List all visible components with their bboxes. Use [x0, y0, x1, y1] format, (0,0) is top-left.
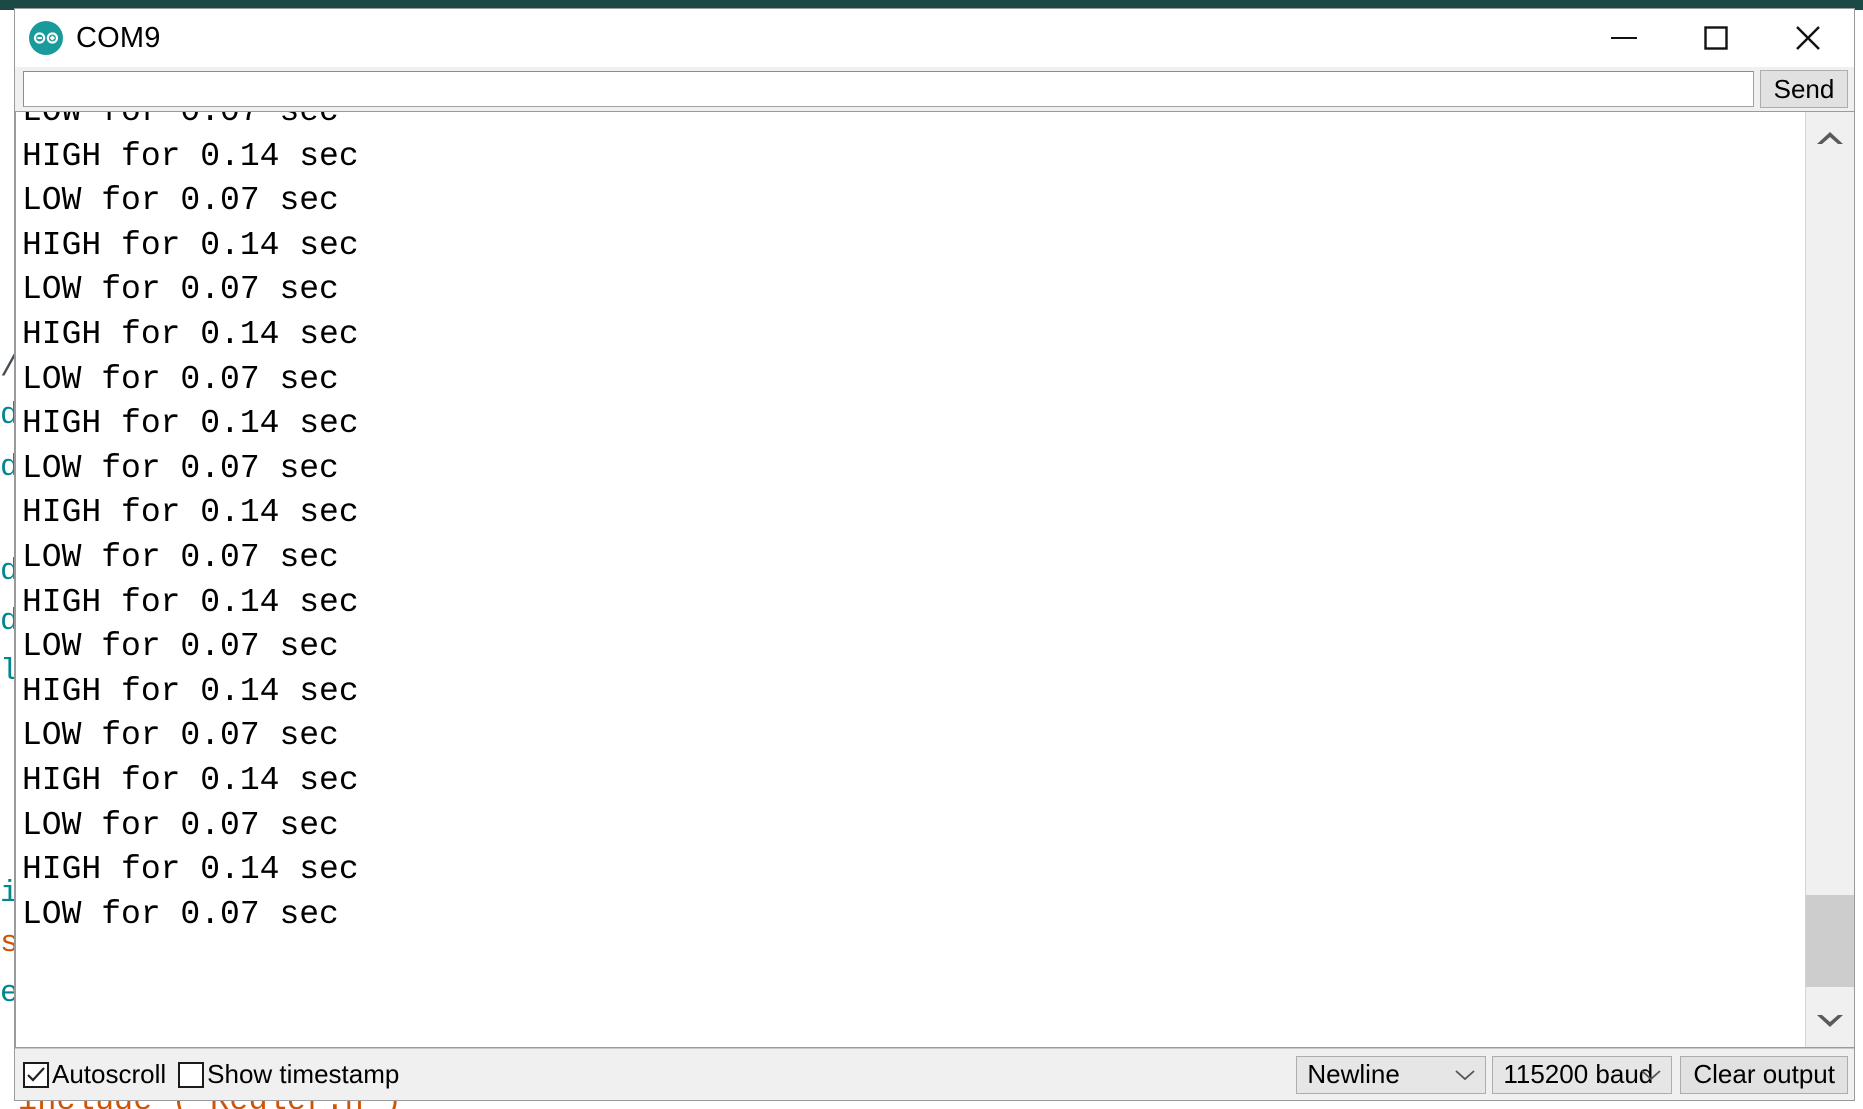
serial-output-line: LOW for 0.07 sec: [22, 538, 339, 576]
serial-output-line: LOW for 0.07 sec: [22, 895, 339, 933]
title-bar: COM9: [15, 9, 1854, 67]
serial-output-area[interactable]: LOW for 0.07 sec HIGH for 0.14 sec LOW for…: [15, 111, 1854, 1048]
baud-rate-select[interactable]: 115200 baud: [1492, 1055, 1673, 1094]
chevron-down-icon[interactable]: [1806, 995, 1854, 1047]
serial-output-line: LOW for 0.07 sec: [22, 806, 339, 844]
serial-output-line: HIGH for 0.14 sec: [22, 494, 359, 532]
serial-output-line: HIGH for 0.14 sec: [22, 761, 359, 799]
serial-output-line: HIGH for 0.14 sec: [22, 851, 359, 889]
chevron-down-icon: [1641, 1057, 1661, 1093]
chevron-up-icon[interactable]: [1806, 112, 1854, 164]
serial-output-line: HIGH for 0.14 sec: [22, 226, 359, 264]
send-button[interactable]: Send: [1760, 70, 1848, 108]
maximize-icon[interactable]: [1670, 9, 1762, 67]
line-ending-value: Newline: [1307, 1059, 1400, 1089]
serial-output-line: LOW for 0.07 sec: [22, 628, 339, 666]
ide-code-fragment: d: [0, 606, 14, 637]
serial-monitor-window: COM9 Send LOW for 0.07 sec HIGH for 0.14 …: [14, 8, 1855, 1101]
ide-code-fragment: s: [0, 928, 14, 959]
window-controls: [1578, 9, 1854, 67]
serial-output-line: LOW for 0.07 sec: [22, 182, 339, 220]
command-input[interactable]: [23, 71, 1754, 107]
autoscroll-checkbox-box[interactable]: [23, 1061, 49, 1088]
minimize-icon[interactable]: [1578, 9, 1670, 67]
autoscroll-label: Autoscroll: [52, 1059, 167, 1089]
output-scrollbar[interactable]: [1805, 112, 1854, 1047]
show-timestamp-checkbox[interactable]: Show timestamp: [178, 1059, 399, 1090]
serial-output-line: HIGH for 0.14 sec: [22, 672, 359, 710]
ide-code-fragment: l: [0, 656, 14, 687]
close-icon[interactable]: [1762, 9, 1854, 67]
show-timestamp-checkbox-box[interactable]: [178, 1061, 205, 1088]
ide-code-fragment: d: [0, 452, 14, 483]
scrollbar-track[interactable]: [1806, 164, 1854, 995]
serial-output-line: HIGH for 0.14 sec: [22, 405, 359, 443]
page-title: COM9: [76, 21, 161, 54]
autoscroll-checkbox[interactable]: Autoscroll: [23, 1059, 166, 1090]
ide-code-fragment: e: [0, 978, 14, 1009]
send-row: Send: [15, 67, 1854, 111]
serial-output-line: LOW for 0.07 sec: [22, 271, 339, 309]
serial-output-line: HIGH for 0.14 sec: [22, 583, 359, 621]
line-ending-select[interactable]: Newline: [1296, 1055, 1487, 1094]
serial-output-text: LOW for 0.07 sec HIGH for 0.14 sec LOW for…: [16, 111, 1805, 1047]
serial-output-line: HIGH for 0.14 sec: [22, 315, 359, 353]
ide-code-fragment: d: [0, 400, 14, 431]
serial-output-line: LOW for 0.07 sec: [22, 449, 339, 487]
clear-output-button[interactable]: Clear output: [1680, 1055, 1848, 1094]
ide-code-fragment: /: [0, 352, 14, 383]
ide-code-fragment: i: [0, 878, 14, 909]
ide-code-fragment: d: [0, 556, 14, 587]
scrollbar-thumb[interactable]: [1806, 895, 1854, 987]
serial-output-line: HIGH for 0.14 sec: [22, 137, 359, 175]
status-bar: Autoscroll Show timestamp Newline 115200…: [15, 1048, 1854, 1100]
serial-output-line-clipped: LOW for 0.07 sec: [22, 111, 339, 130]
arduino-infinity-icon: [29, 21, 63, 55]
serial-output-line: LOW for 0.07 sec: [22, 360, 339, 398]
show-timestamp-label: Show timestamp: [207, 1059, 400, 1089]
baud-rate-value: 115200 baud: [1503, 1059, 1654, 1089]
chevron-down-icon: [1455, 1057, 1475, 1093]
serial-output-line: LOW for 0.07 sec: [22, 717, 339, 755]
